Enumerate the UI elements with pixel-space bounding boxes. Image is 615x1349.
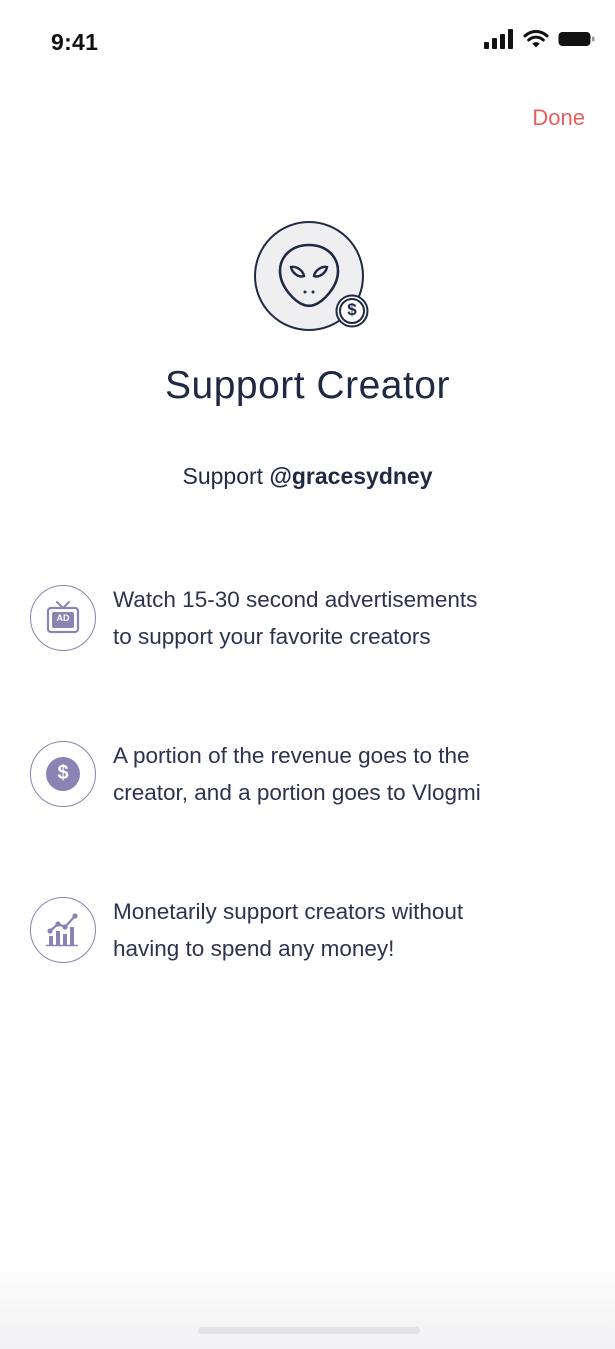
- feature-line: Watch 15-30 second advertisements: [113, 587, 478, 612]
- feature-line: to support your favorite creators: [113, 624, 431, 649]
- cellular-signal-icon: [484, 28, 514, 54]
- feature-text: A portion of the revenue goes to the cre…: [113, 737, 583, 811]
- dollar-badge-symbol: $: [347, 300, 357, 319]
- tv-ad-icon: AD: [30, 585, 96, 651]
- feature-line: A portion of the revenue goes to the: [113, 743, 470, 768]
- feature-text: Watch 15-30 second advertisements to sup…: [113, 581, 583, 655]
- status-icons: [484, 28, 595, 54]
- creator-handle: @gracesydney: [269, 463, 433, 489]
- dollar-coin-symbol: $: [57, 762, 69, 784]
- support-creator-screen: 9:41 Done $ Support Creator Support @gra…: [0, 0, 615, 1349]
- dollar-coin-icon: $: [30, 741, 96, 807]
- feature-text: Monetarily support creators without havi…: [113, 893, 583, 967]
- home-indicator[interactable]: [198, 1327, 420, 1334]
- battery-icon: [558, 30, 595, 53]
- feature-item-ads: AD Watch 15-30 second advertisements to …: [30, 581, 590, 661]
- growth-chart-icon: [30, 897, 96, 963]
- status-bar: 9:41: [0, 0, 615, 80]
- support-line: Support @gracesydney: [0, 463, 615, 490]
- page-title: Support Creator: [165, 364, 450, 407]
- done-button[interactable]: Done: [532, 105, 585, 131]
- feature-item-free-support: Monetarily support creators without havi…: [30, 893, 590, 973]
- feature-line: having to spend any money!: [113, 936, 395, 961]
- feature-item-revenue: $ A portion of the revenue goes to the c…: [30, 737, 590, 817]
- feature-line: creator, and a portion goes to Vlogmi: [113, 780, 481, 805]
- status-time: 9:41: [51, 29, 99, 55]
- tv-ad-label: AD: [56, 613, 70, 623]
- bottom-fade: [0, 1259, 615, 1349]
- dollar-badge-icon: $: [335, 294, 369, 333]
- feature-line: Monetarily support creators without: [113, 899, 464, 924]
- support-prefix: Support: [182, 463, 264, 489]
- wifi-icon: [523, 29, 549, 54]
- creator-avatar: $: [254, 221, 369, 331]
